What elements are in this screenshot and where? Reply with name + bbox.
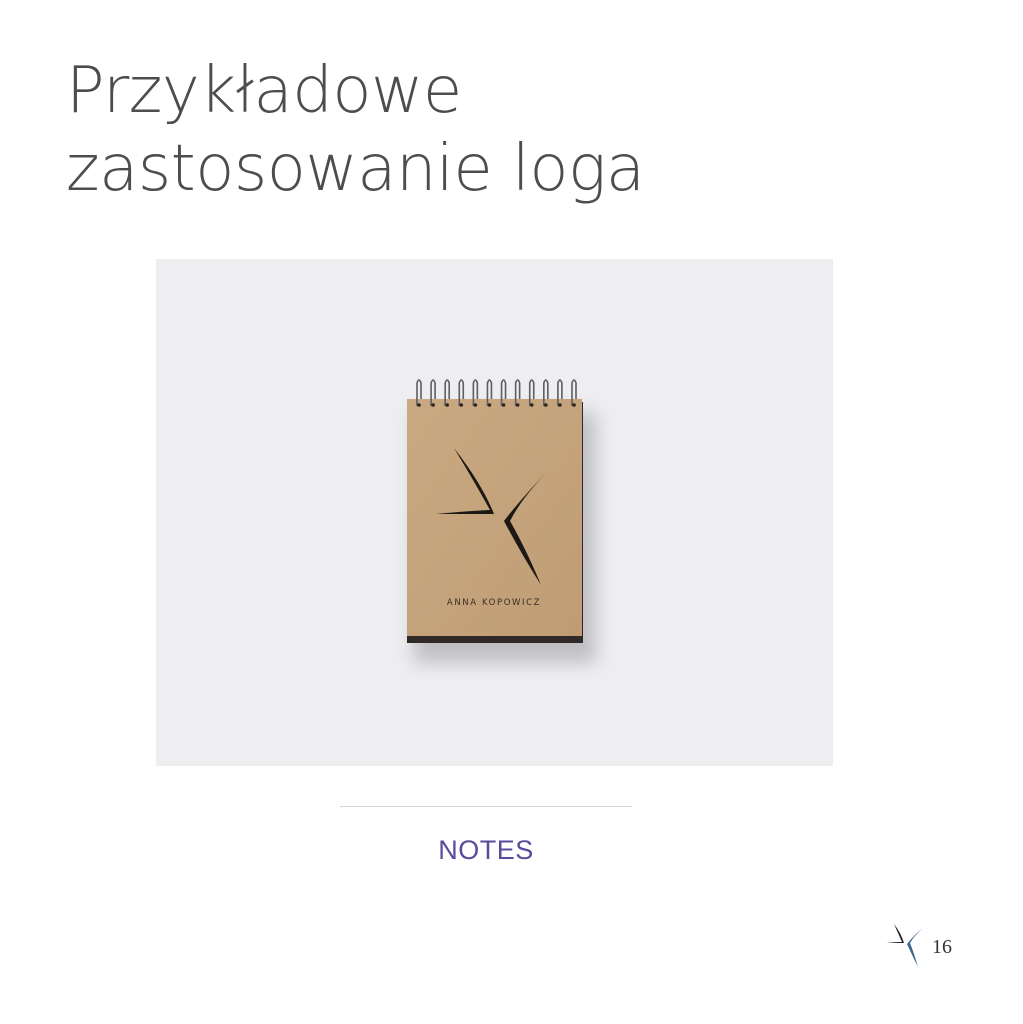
notepad-illustration: ANNA KOPOWICZ	[407, 379, 596, 663]
spiral-hole	[529, 403, 534, 407]
spiral-hole	[473, 403, 478, 407]
spiral-hole	[459, 403, 464, 407]
caption-divider	[340, 806, 632, 807]
spiral-hole	[558, 403, 562, 407]
spiral-hole	[572, 403, 576, 407]
page-number: 16	[932, 936, 952, 958]
page-title: Przykładowe zastosowanie loga	[66, 54, 645, 206]
spiral-hole	[501, 403, 506, 407]
notepad-mockup-image: ANNA KOPOWICZ	[156, 259, 833, 766]
spiral-hole	[431, 403, 435, 407]
spiral-hole	[417, 403, 421, 407]
star-mark-icon	[886, 924, 923, 967]
spiral-hole	[544, 403, 548, 407]
spiral-hole	[515, 403, 520, 407]
mockup-caption: NOTES	[438, 835, 534, 865]
spiral-hole	[445, 403, 449, 407]
spiral-hole	[487, 403, 492, 407]
notepad-brand-name: ANNA KOPOWICZ	[447, 598, 541, 608]
